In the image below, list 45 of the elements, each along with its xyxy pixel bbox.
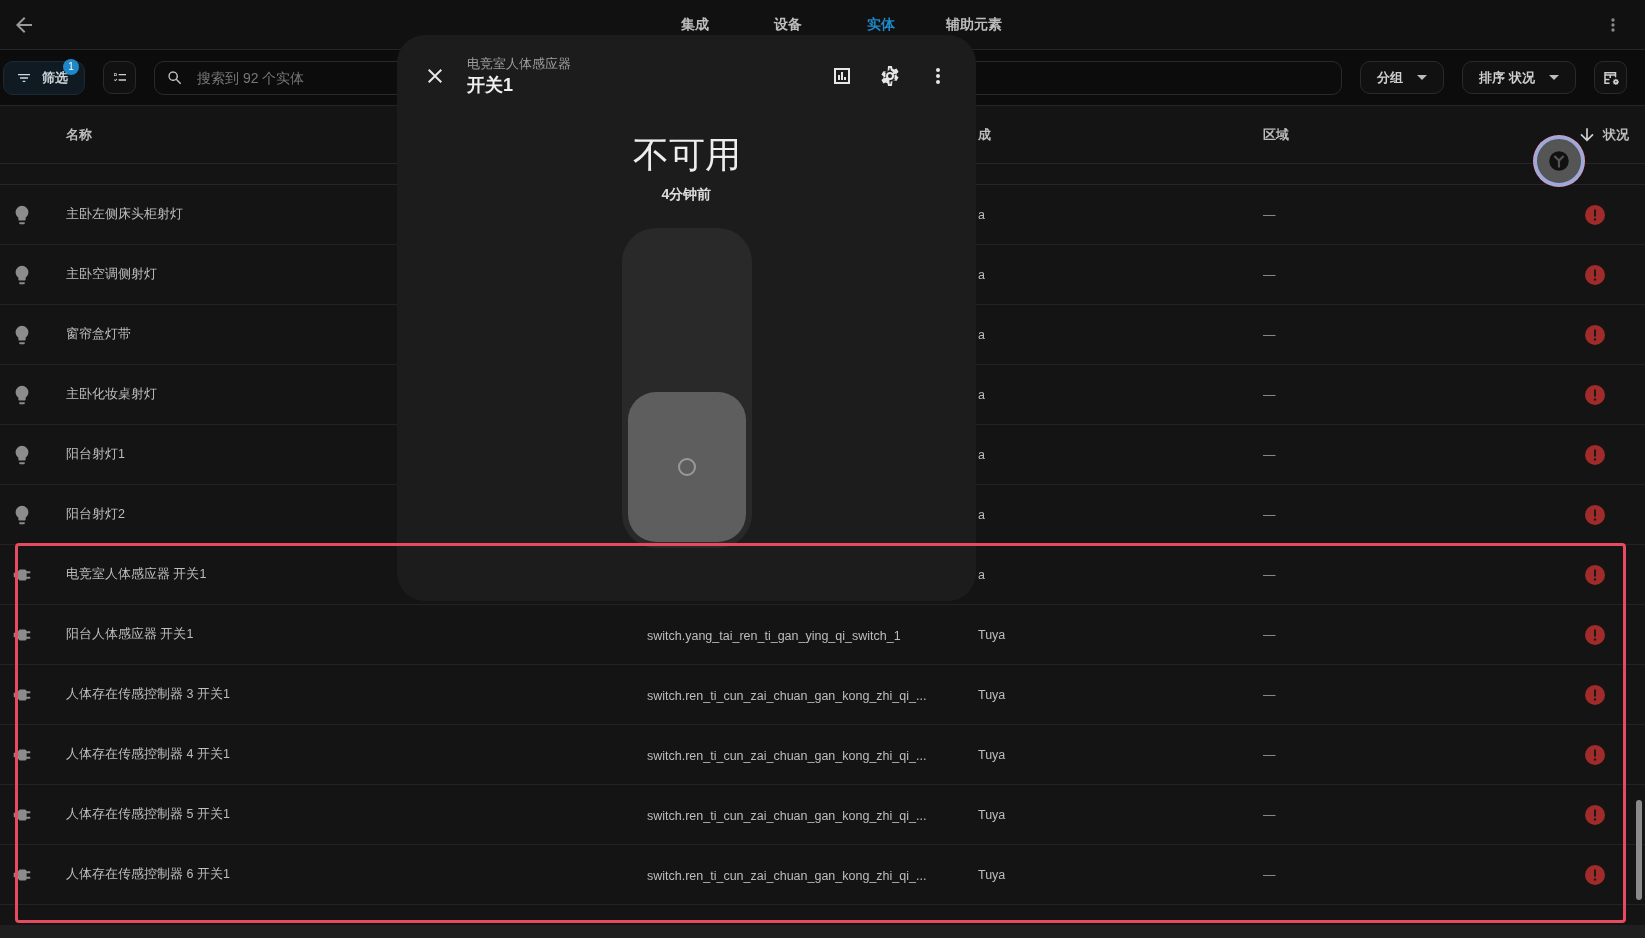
- entity-name: 窗帘盒灯带: [66, 326, 131, 343]
- entity-name: 主卧空调侧射灯: [66, 266, 157, 283]
- dialog-subtitle: 电竞室人体感应器: [467, 55, 572, 73]
- state-text: 不可用: [632, 133, 741, 177]
- area-value: —: [1263, 267, 1276, 282]
- dialog-title: 开关1: [467, 74, 514, 97]
- entity-name: 主卧左侧床头柜射灯: [66, 206, 183, 223]
- integration-name: Tuya: [978, 807, 1006, 822]
- integration-name: Tuya: [978, 627, 1006, 642]
- area-value: —: [1263, 867, 1276, 882]
- entity-name: 电竞室人体感应器 开关1: [66, 566, 207, 583]
- integration-name: a: [978, 327, 985, 342]
- entity-name: 人体存在传感控制器 3 开关1: [66, 686, 230, 703]
- area-value: —: [1263, 627, 1276, 642]
- entity-name: 人体存在传感控制器 4 开关1: [66, 746, 230, 763]
- area-value: —: [1263, 747, 1276, 762]
- entity-name: 主卧化妆桌射灯: [66, 386, 157, 403]
- integration-name: Tuya: [978, 687, 1006, 702]
- area-value: —: [1263, 807, 1276, 822]
- entity-id: switch.ren_ti_cun_zai_chuan_gan_kong_zhi_qi_...: [647, 868, 927, 883]
- area-value: —: [1263, 447, 1276, 462]
- integration-name: a: [978, 567, 985, 582]
- entity-name: 人体存在传感控制器 5 开关1: [66, 806, 230, 823]
- entity-name: 阳台射灯1: [66, 446, 125, 463]
- last-changed: 4分钟前: [661, 186, 712, 204]
- integration-name: Tuya: [978, 747, 1006, 762]
- integration-name: Tuya: [978, 867, 1006, 882]
- integration-name: a: [978, 387, 985, 402]
- area-value: —: [1263, 387, 1276, 402]
- area-value: —: [1263, 507, 1276, 522]
- entity-id: switch.ren_ti_cun_zai_chuan_gan_kong_zhi_qi_...: [647, 748, 927, 763]
- integration-name: a: [978, 207, 985, 222]
- area-value: —: [1263, 327, 1276, 342]
- area-value: —: [1263, 207, 1276, 222]
- integration-name: a: [978, 447, 985, 462]
- entity-id: switch.ren_ti_cun_zai_chuan_gan_kong_zhi_qi_...: [647, 808, 927, 823]
- integration-name: a: [978, 507, 985, 522]
- entity-name: 阳台射灯2: [66, 506, 125, 523]
- entity-name: 阳台人体感应器 开关1: [66, 626, 194, 643]
- entity-name: 人体存在传感控制器 6 开关1: [66, 866, 230, 883]
- area-value: —: [1263, 567, 1276, 582]
- integration-name: a: [978, 267, 985, 282]
- entity-id: switch.ren_ti_cun_zai_chuan_gan_kong_zhi_qi_...: [647, 688, 927, 703]
- area-value: —: [1263, 687, 1276, 702]
- entity-id: switch.yang_tai_ren_ti_gan_ying_qi_switch_1: [647, 628, 901, 643]
